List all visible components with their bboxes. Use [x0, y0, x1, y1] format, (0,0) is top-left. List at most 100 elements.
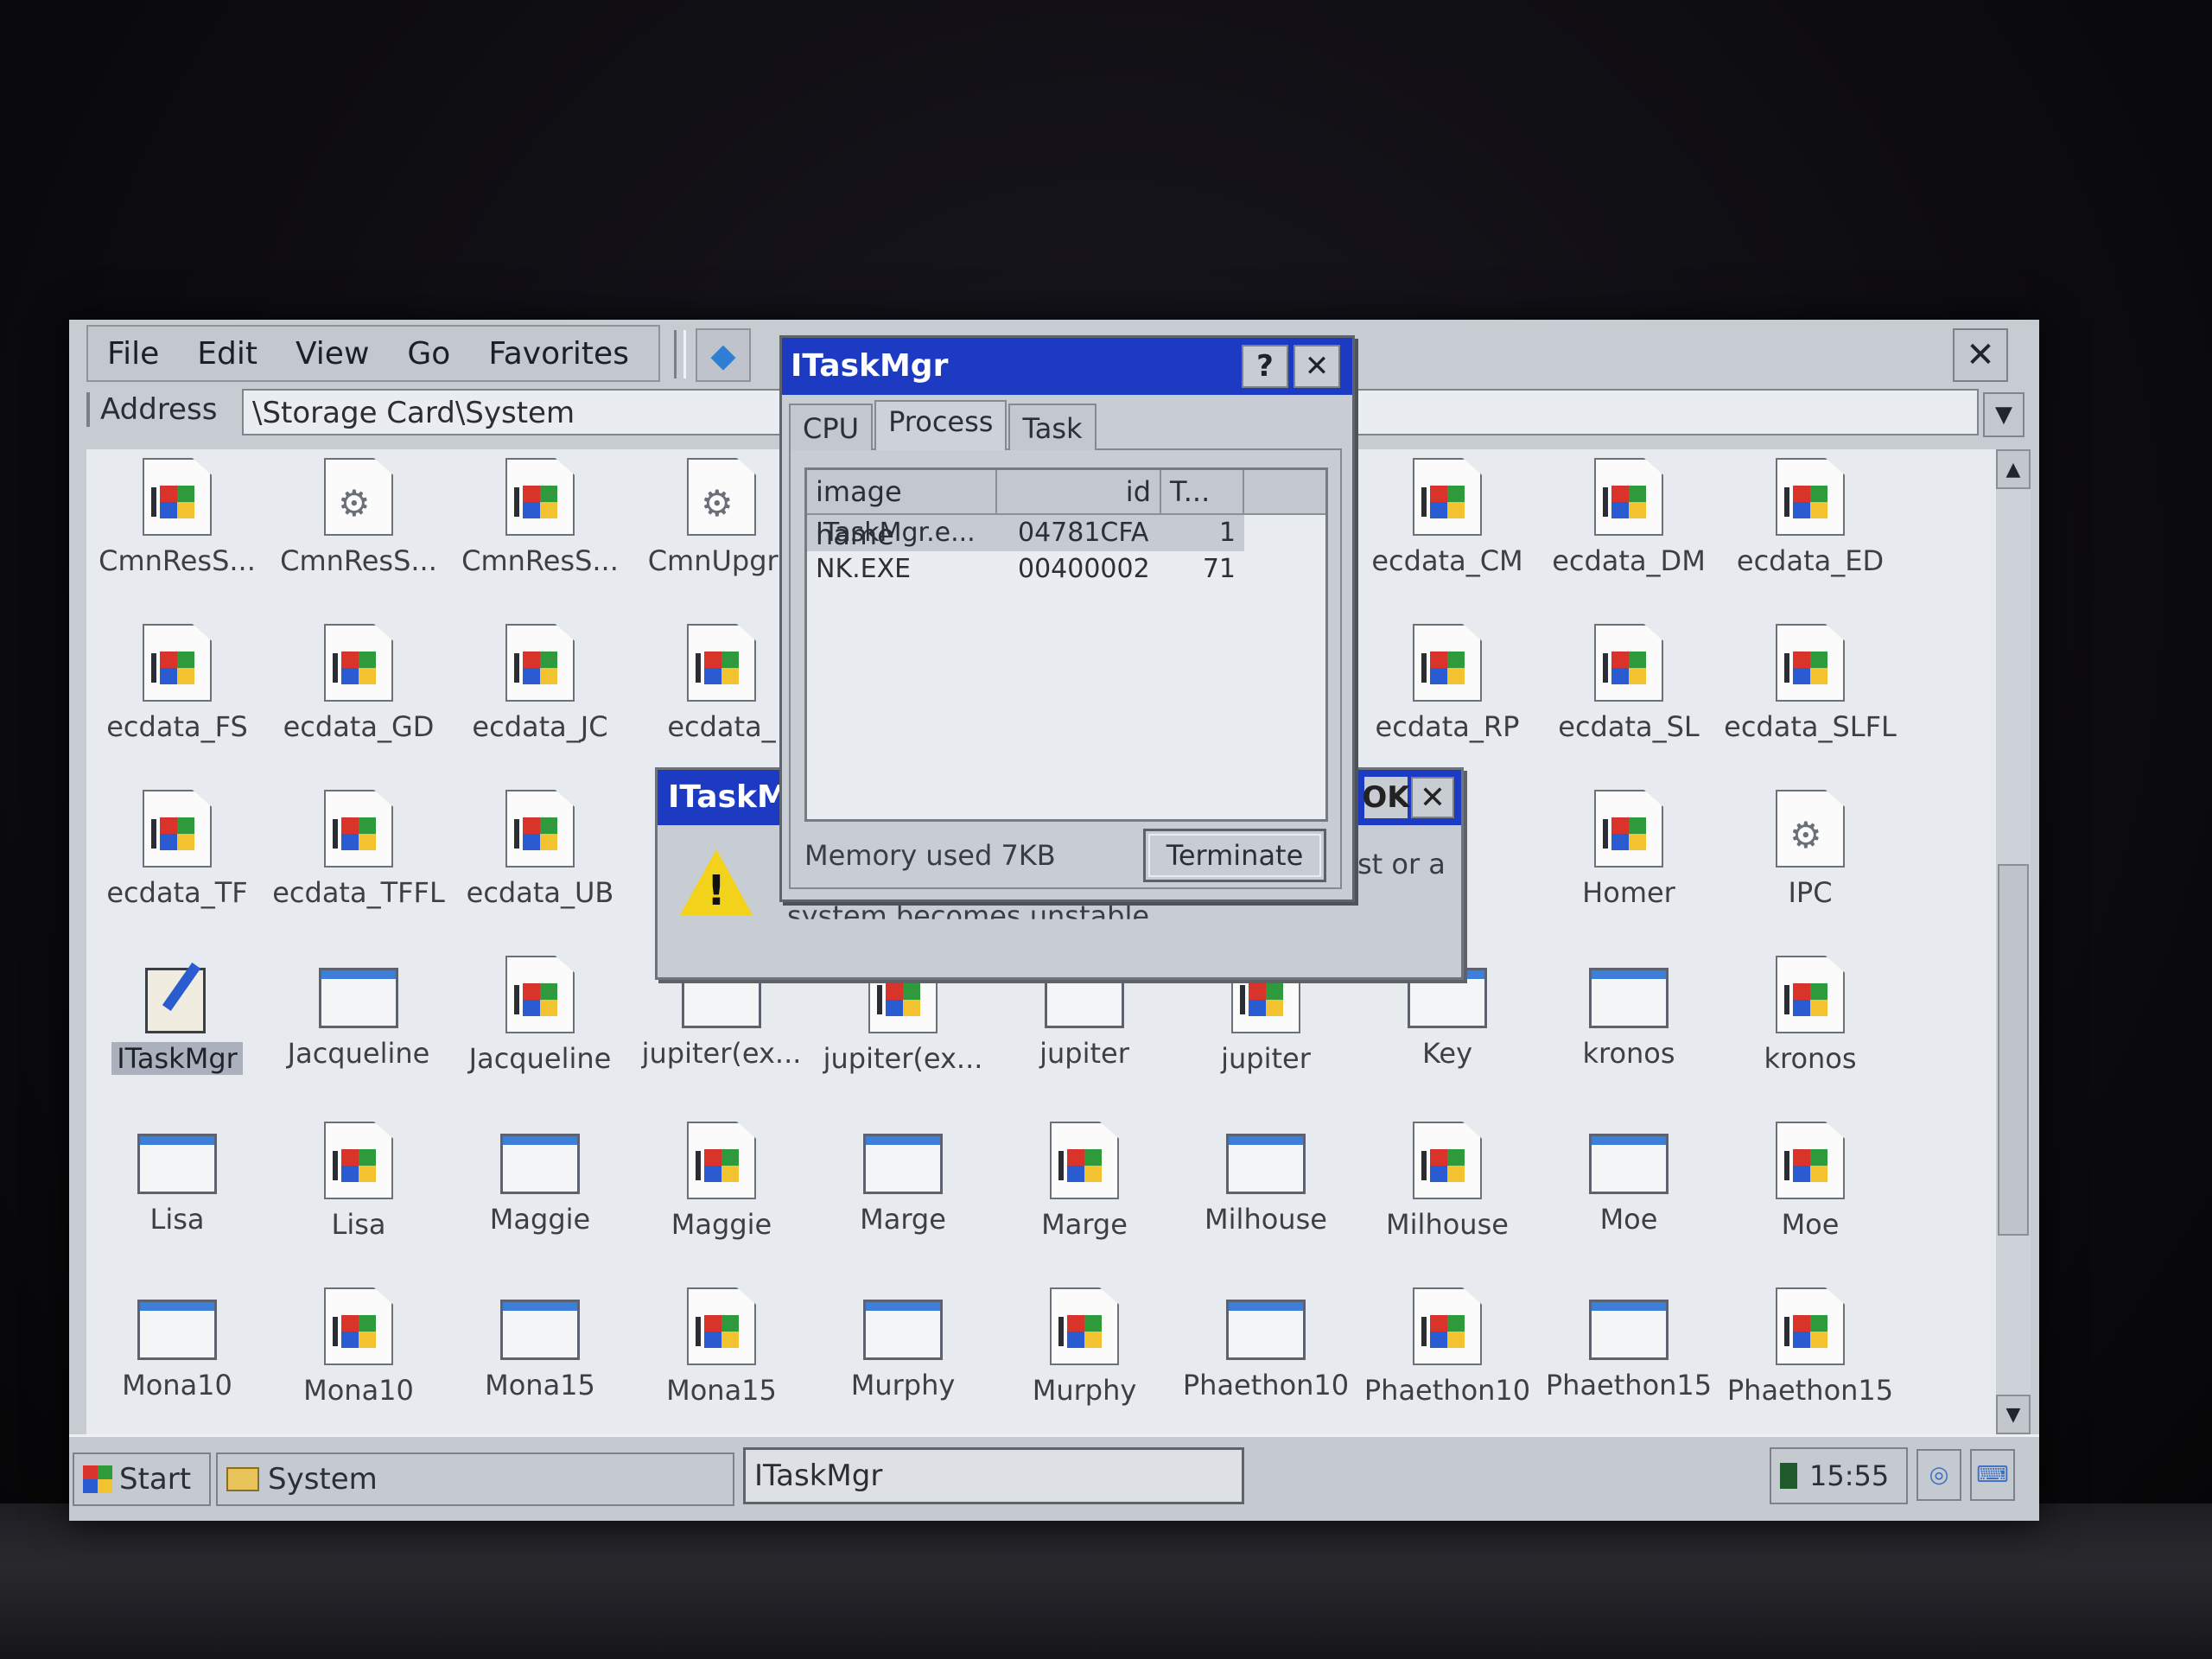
- help-button[interactable]: ?: [1242, 345, 1288, 388]
- file-item[interactable]: ecdata_SL: [1538, 615, 1719, 781]
- scroll-thumb[interactable]: [1998, 864, 2029, 1236]
- column-id[interactable]: id: [997, 470, 1161, 513]
- file-item[interactable]: Jacqueline: [268, 947, 449, 1113]
- vertical-scrollbar[interactable]: ▲ ▼: [1996, 449, 2031, 1434]
- warning-message-fragment: st or a: [1357, 848, 1446, 880]
- toolbar-separator: [674, 330, 686, 378]
- process-list[interactable]: image name id T... ITaskMgr.e... 04781CF…: [804, 467, 1328, 822]
- file-item[interactable]: Murphy: [994, 1279, 1175, 1445]
- menu-edit[interactable]: Edit: [178, 336, 276, 372]
- document-file-icon: [687, 624, 756, 702]
- network-icon[interactable]: ◎: [1916, 1449, 1961, 1501]
- tray-icons: ◎ ⌨: [1916, 1449, 2015, 1501]
- tab-strip: CPU Process Task: [789, 400, 1098, 450]
- file-label: jupiter(ex...: [823, 1042, 983, 1075]
- file-item[interactable]: ecdata_ED: [1719, 449, 1901, 615]
- file-item[interactable]: ⚙ IPC: [1719, 781, 1901, 947]
- menu-file[interactable]: File: [88, 336, 178, 372]
- file-item[interactable]: Milhouse: [1357, 1113, 1538, 1279]
- file-item[interactable]: Moe: [1538, 1113, 1719, 1279]
- file-item[interactable]: Moe: [1719, 1113, 1901, 1279]
- close-icon: ✕: [1304, 349, 1330, 384]
- warning-close-button[interactable]: ✕: [1411, 777, 1454, 818]
- file-item[interactable]: ecdata_RP: [1357, 615, 1538, 781]
- scroll-down-button[interactable]: ▼: [1996, 1395, 2031, 1434]
- file-label: Marge: [860, 1203, 946, 1236]
- address-dropdown-button[interactable]: ▼: [1983, 392, 2024, 437]
- file-item[interactable]: Mona15: [631, 1279, 812, 1445]
- file-item[interactable]: Murphy: [812, 1279, 994, 1445]
- column-image-name[interactable]: image name: [807, 470, 997, 551]
- file-label: Murphy: [1032, 1374, 1137, 1407]
- file-item[interactable]: ecdata_TF: [86, 781, 268, 947]
- file-item[interactable]: ecdata_DM: [1538, 449, 1719, 615]
- menu-view[interactable]: View: [276, 336, 388, 372]
- chevron-up-icon: ▲: [2005, 458, 2021, 480]
- window-file-icon: [863, 1134, 943, 1194]
- process-row[interactable]: NK.EXE 00400002 71: [807, 551, 1325, 588]
- menu-go[interactable]: Go: [388, 336, 469, 372]
- file-item[interactable]: ecdata_FS: [86, 615, 268, 781]
- file-item[interactable]: Phaethon10: [1175, 1279, 1357, 1445]
- file-item[interactable]: ecdata_UB: [449, 781, 631, 947]
- file-item[interactable]: Phaethon15: [1719, 1279, 1901, 1445]
- file-item[interactable]: Lisa: [268, 1113, 449, 1279]
- window-file-icon: [137, 1300, 217, 1360]
- explorer-close-button[interactable]: ✕: [1953, 328, 2008, 382]
- file-item[interactable]: Lisa: [86, 1113, 268, 1279]
- tab-cpu[interactable]: CPU: [789, 404, 874, 450]
- file-item[interactable]: Marge: [994, 1113, 1175, 1279]
- file-item[interactable]: CmnResS...: [86, 449, 268, 615]
- file-item[interactable]: Maggie: [631, 1113, 812, 1279]
- file-item[interactable]: Mona15: [449, 1279, 631, 1445]
- start-button[interactable]: Start: [73, 1452, 211, 1506]
- file-item[interactable]: ecdata_JC: [449, 615, 631, 781]
- back-button[interactable]: ◆: [696, 328, 751, 382]
- file-label: Maggie: [671, 1208, 772, 1241]
- address-label: Address: [86, 392, 217, 427]
- file-item[interactable]: Phaethon15: [1538, 1279, 1719, 1445]
- file-item[interactable]: ecdata_TFFL: [268, 781, 449, 947]
- file-item[interactable]: Jacqueline: [449, 947, 631, 1113]
- file-item[interactable]: ecdata_GD: [268, 615, 449, 781]
- file-item[interactable]: kronos: [1719, 947, 1901, 1113]
- tab-task[interactable]: Task: [1008, 404, 1096, 450]
- taskbar: Start System ITaskMgr 15:55 ◎ ⌨: [69, 1434, 2039, 1521]
- file-label: Moe: [1781, 1208, 1840, 1241]
- process-row[interactable]: ITaskMgr.e... 04781CFA 1: [807, 515, 1244, 551]
- file-item[interactable]: kronos: [1538, 947, 1719, 1113]
- file-label: CmnResS...: [461, 544, 619, 577]
- process-name: ITaskMgr.e...: [816, 518, 976, 548]
- clock[interactable]: 15:55: [1809, 1459, 1889, 1492]
- file-item[interactable]: Maggie: [449, 1113, 631, 1279]
- file-label: Phaethon10: [1182, 1369, 1350, 1402]
- file-label: Moe: [1599, 1203, 1658, 1236]
- tab-process[interactable]: Process: [874, 400, 1007, 450]
- file-item[interactable]: Milhouse: [1175, 1113, 1357, 1279]
- file-item[interactable]: Phaethon10: [1357, 1279, 1538, 1445]
- itaskmgr-close-button[interactable]: ✕: [1294, 345, 1340, 388]
- file-item[interactable]: ecdata_SLFL: [1719, 615, 1901, 781]
- window-file-icon: [500, 1134, 580, 1194]
- file-item[interactable]: Mona10: [86, 1279, 268, 1445]
- scroll-up-button[interactable]: ▲: [1996, 449, 2031, 489]
- file-item[interactable]: Homer: [1538, 781, 1719, 947]
- file-item[interactable]: Marge: [812, 1113, 994, 1279]
- document-file-icon: [505, 956, 575, 1033]
- file-item[interactable]: ITaskMgr: [86, 947, 268, 1113]
- taskbar-itaskmgr-button[interactable]: ITaskMgr: [743, 1447, 1244, 1504]
- file-label: Mona10: [122, 1369, 232, 1402]
- column-threads[interactable]: T...: [1161, 470, 1244, 513]
- file-item[interactable]: CmnResS...: [449, 449, 631, 615]
- settings-file-icon: ⚙: [324, 458, 393, 536]
- file-label: jupiter(ex...: [641, 1037, 802, 1070]
- file-item[interactable]: ecdata_CM: [1357, 449, 1538, 615]
- taskbar-system-button[interactable]: System: [216, 1452, 734, 1506]
- warning-ok-button[interactable]: OK: [1362, 777, 1410, 818]
- terminate-button[interactable]: Terminate: [1143, 829, 1326, 882]
- menu-favorites[interactable]: Favorites: [469, 336, 648, 372]
- file-item[interactable]: Mona10: [268, 1279, 449, 1445]
- file-item[interactable]: ⚙ CmnResS...: [268, 449, 449, 615]
- file-label: jupiter: [1039, 1037, 1129, 1070]
- keyboard-icon[interactable]: ⌨: [1970, 1449, 2015, 1501]
